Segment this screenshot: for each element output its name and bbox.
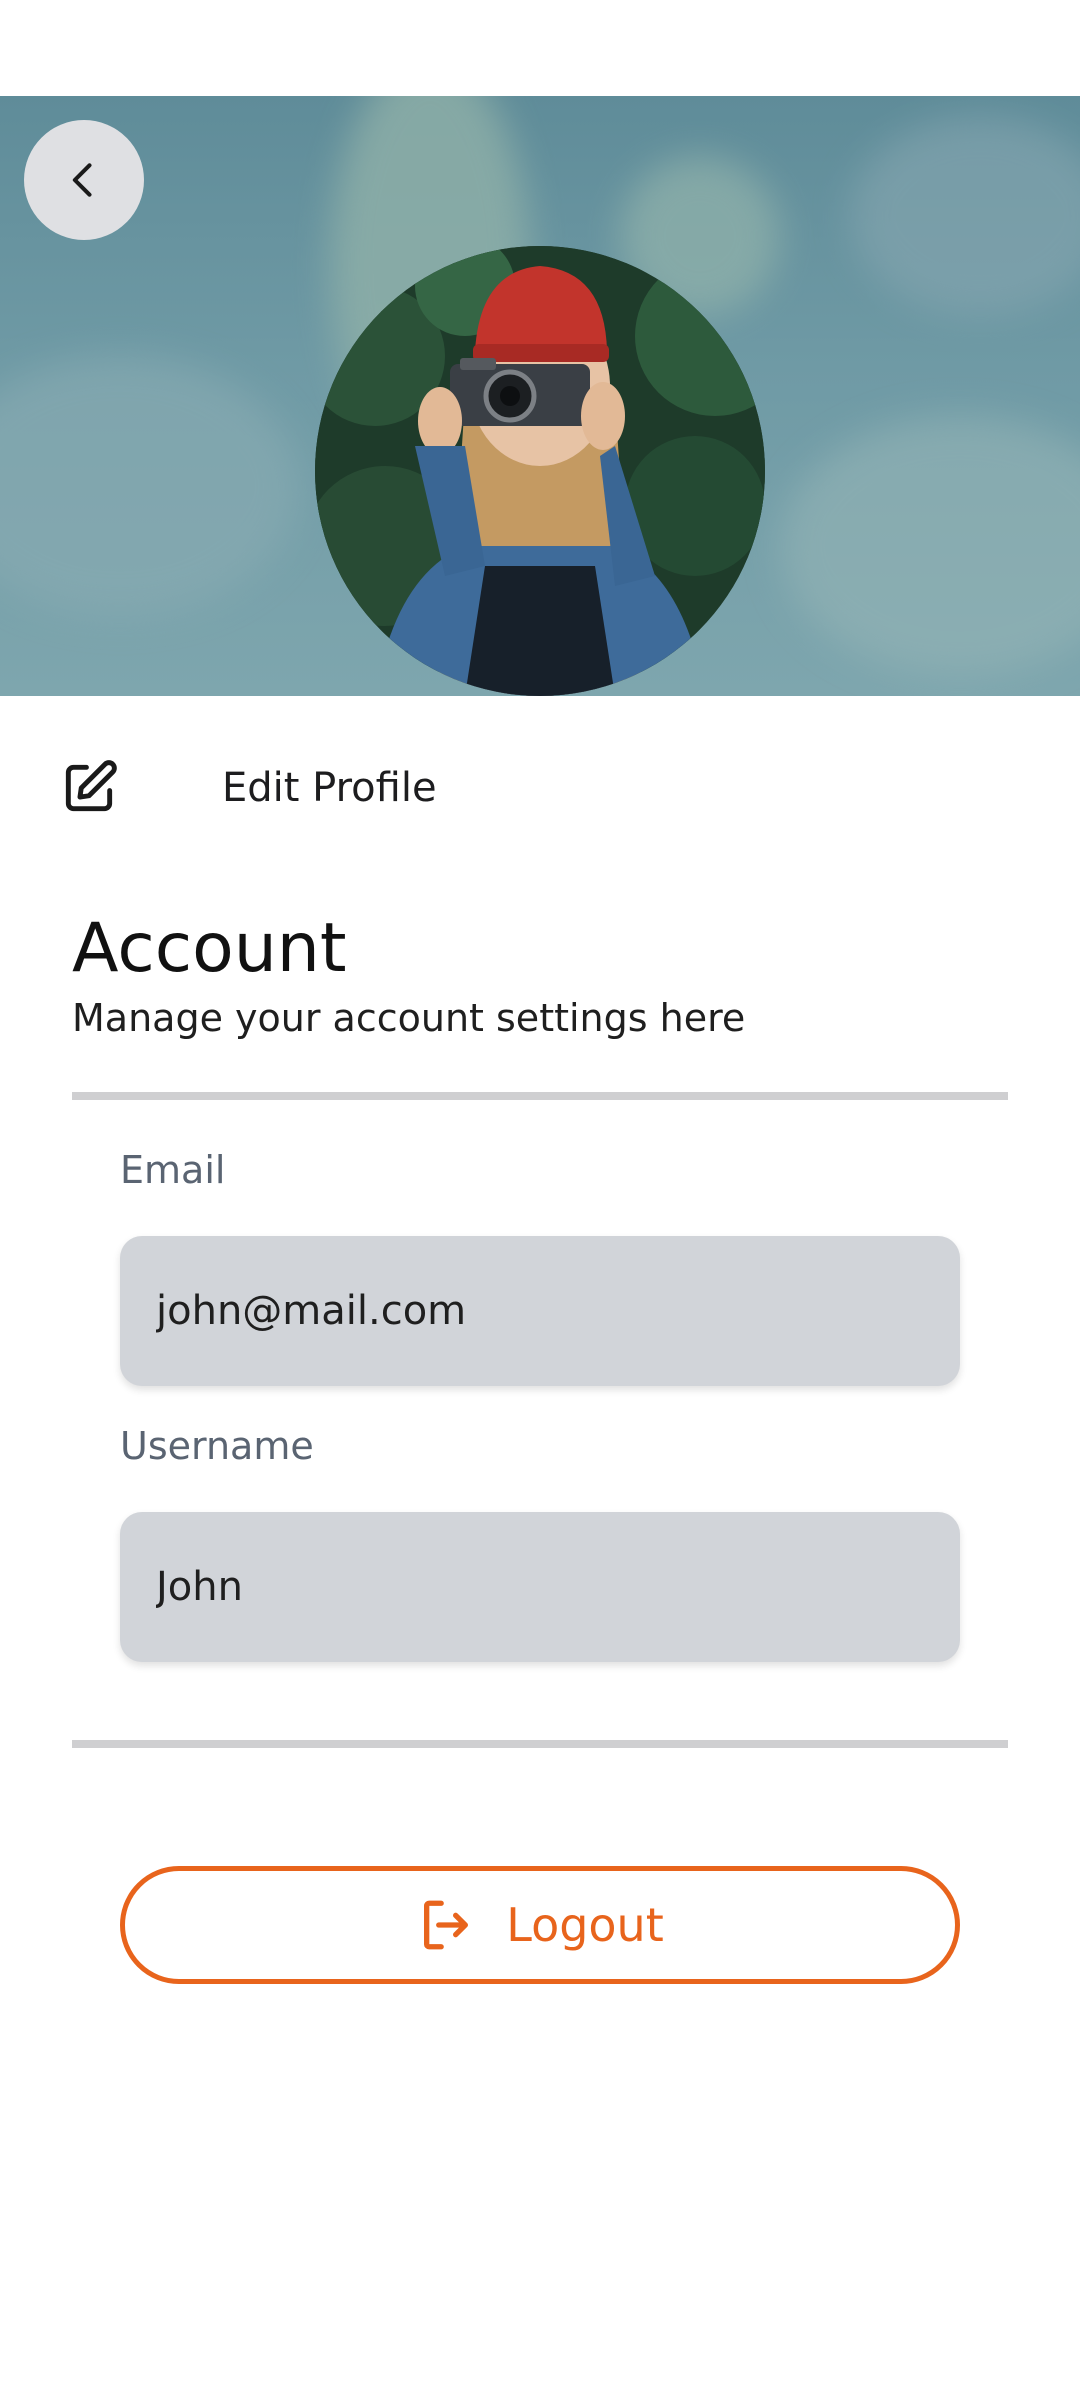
username-label: Username <box>120 1424 314 1468</box>
edit-icon <box>56 755 122 821</box>
logout-label: Logout <box>506 1898 664 1952</box>
email-field-container <box>120 1236 960 1386</box>
username-field[interactable] <box>156 1564 936 1610</box>
edit-profile-label: Edit Profile <box>222 765 437 811</box>
divider-bottom <box>72 1740 1008 1748</box>
divider-top <box>72 1092 1008 1100</box>
back-button[interactable] <box>24 120 144 240</box>
email-label: Email <box>120 1148 226 1192</box>
chevron-left-icon <box>62 158 106 202</box>
logout-icon <box>416 1895 476 1955</box>
edit-profile-row[interactable]: Edit Profile <box>56 752 437 824</box>
account-title: Account <box>72 909 347 988</box>
email-field[interactable] <box>156 1288 936 1334</box>
logout-button[interactable]: Logout <box>120 1866 960 1984</box>
avatar <box>315 246 765 696</box>
account-subtitle: Manage your account settings here <box>72 996 746 1040</box>
status-bar <box>0 0 1080 96</box>
username-field-container <box>120 1512 960 1662</box>
